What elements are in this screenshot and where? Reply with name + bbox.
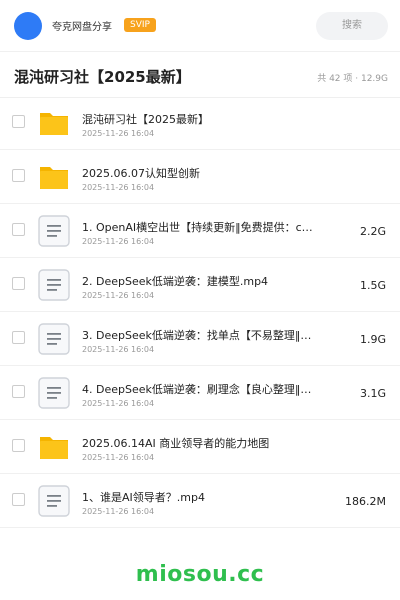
document-icon xyxy=(38,215,70,247)
folder-row[interactable]: 混沌研习社【2025最新】 2025-11-26 16:04 xyxy=(0,96,400,150)
file-date: 2025-11-26 16:04 xyxy=(82,183,155,192)
search-input[interactable]: 搜索 xyxy=(316,12,388,40)
row-checkbox[interactable] xyxy=(12,331,25,344)
svip-badge: SVIP xyxy=(124,18,156,32)
file-name: 4. DeepSeek低端逆袭：刷理念【良心整理‖… xyxy=(82,383,312,396)
folder-row[interactable]: 2025.06.14AI 商业领导者的能力地图 2025-11-26 16:04 xyxy=(0,420,400,474)
file-size: 2.2G xyxy=(359,225,386,238)
file-list: 混沌研习社【2025最新】 2025-11-26 16:04 2025.06.07认… xyxy=(0,96,400,528)
row-checkbox[interactable] xyxy=(12,277,25,290)
file-size: 3.1G xyxy=(359,387,386,400)
row-checkbox[interactable] xyxy=(12,115,25,128)
file-name: 1、谁是AI领导者？.mp4 xyxy=(82,491,205,504)
document-icon xyxy=(38,323,70,355)
file-date: 2025-11-26 16:04 xyxy=(82,399,155,408)
file-date: 2025-11-26 16:04 xyxy=(82,291,155,300)
file-row[interactable]: 1、谁是AI领导者？.mp4 2025-11-26 16:04 186.2M xyxy=(0,474,400,528)
file-name: 3. DeepSeek低端逆袭：找单点【不易整理‖… xyxy=(82,329,312,342)
file-size: 186.2M xyxy=(345,495,386,508)
file-row[interactable]: 1. OpenAI横空出世【持续更新‖免费提供：c… 2025-11-26 16:… xyxy=(0,204,400,258)
folder-icon xyxy=(38,107,70,139)
row-checkbox[interactable] xyxy=(12,493,25,506)
row-checkbox[interactable] xyxy=(12,385,25,398)
folder-icon xyxy=(38,161,70,193)
document-icon xyxy=(38,377,70,409)
document-icon xyxy=(38,485,70,517)
file-date: 2025-11-26 16:04 xyxy=(82,237,155,246)
document-icon xyxy=(38,269,70,301)
row-checkbox[interactable] xyxy=(12,439,25,452)
file-name: 混沌研习社【2025最新】 xyxy=(82,113,209,126)
file-name: 2. DeepSeek低端逆袭：建模型.mp4 xyxy=(82,275,269,288)
file-name: 1. OpenAI横空出世【持续更新‖免费提供：c… xyxy=(82,221,313,234)
file-date: 2025-11-26 16:04 xyxy=(82,507,155,516)
file-size: 1.5G xyxy=(359,279,386,292)
brand-name: 夸克网盘分享 xyxy=(52,22,112,33)
file-name: 2025.06.14AI 商业领导者的能力地图 xyxy=(82,437,270,450)
page-title: 混沌研习社【2025最新】 xyxy=(14,68,191,86)
file-row[interactable]: 2. DeepSeek低端逆袭：建模型.mp4 2025-11-26 16:04 1… xyxy=(0,258,400,312)
row-checkbox[interactable] xyxy=(12,169,25,182)
file-date: 2025-11-26 16:04 xyxy=(82,453,155,462)
folder-title-bar: 混沌研习社【2025最新】 共 42 项 · 12.9G xyxy=(0,52,400,98)
file-row[interactable]: 3. DeepSeek低端逆袭：找单点【不易整理‖… 2025-11-26 16:… xyxy=(0,312,400,366)
file-date: 2025-11-26 16:04 xyxy=(82,345,155,354)
app-header: 夸克网盘分享 SVIP 搜索 xyxy=(0,0,400,52)
folder-row[interactable]: 2025.06.07认知型创新 2025-11-26 16:04 xyxy=(0,150,400,204)
row-checkbox[interactable] xyxy=(12,223,25,236)
folder-icon xyxy=(38,431,70,463)
avatar[interactable] xyxy=(14,12,42,40)
watermark: miosou.cc xyxy=(135,562,265,587)
file-date: 2025-11-26 16:04 xyxy=(82,129,155,138)
file-row[interactable]: 4. DeepSeek低端逆袭：刷理念【良心整理‖… 2025-11-26 16:… xyxy=(0,366,400,420)
file-name: 2025.06.07认知型创新 xyxy=(82,167,200,180)
file-size: 1.9G xyxy=(359,333,386,346)
folder-summary: 共 42 项 · 12.9G xyxy=(317,74,388,84)
